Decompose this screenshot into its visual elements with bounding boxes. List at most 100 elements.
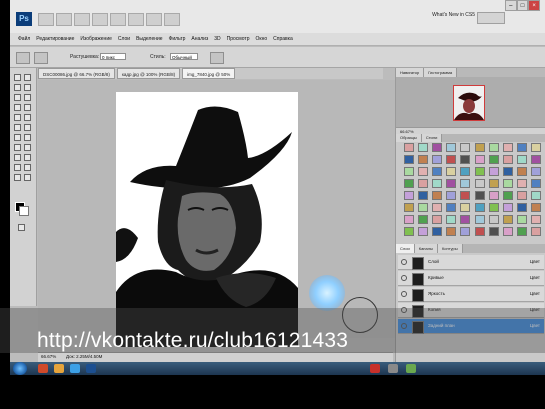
style-swatch[interactable] — [502, 143, 513, 152]
shape-tool-icon[interactable] — [24, 154, 31, 161]
style-swatch[interactable] — [530, 215, 541, 224]
tool-preset-icon[interactable] — [16, 52, 30, 64]
style-swatch[interactable] — [404, 203, 414, 212]
style-swatch[interactable] — [530, 143, 541, 152]
tab-document-2[interactable]: кадр.jpg @ 100% (RGB/8) — [116, 68, 181, 79]
feather-input[interactable]: 0 пикс — [100, 53, 126, 60]
menu-edit[interactable]: Редактирование — [36, 36, 74, 42]
history-brush-tool-icon[interactable] — [24, 114, 31, 121]
hand-tool-icon[interactable] — [14, 174, 21, 181]
style-swatch[interactable] — [446, 215, 457, 224]
style-swatch[interactable] — [474, 215, 485, 224]
style-swatch[interactable] — [432, 227, 443, 236]
task-icon[interactable] — [388, 364, 398, 373]
style-swatch[interactable] — [418, 203, 429, 212]
style-swatch[interactable] — [446, 143, 457, 152]
style-swatch[interactable] — [432, 215, 443, 224]
style-swatch[interactable] — [460, 215, 471, 224]
zoom-tool-icon[interactable] — [24, 174, 31, 181]
style-swatch[interactable] — [474, 179, 485, 188]
style-swatch[interactable] — [516, 215, 527, 224]
style-swatch[interactable] — [488, 203, 499, 212]
eyedropper-tool-icon[interactable] — [24, 94, 31, 101]
style-swatch[interactable] — [502, 215, 513, 224]
tab-channels[interactable]: Каналы — [414, 244, 438, 253]
opera-icon[interactable] — [38, 364, 48, 373]
lasso-tool-icon[interactable] — [14, 84, 21, 91]
eye-icon[interactable] — [401, 291, 407, 297]
style-swatch[interactable] — [530, 191, 541, 200]
style-swatch[interactable] — [432, 191, 443, 200]
layer-row[interactable]: Яркость Цвет — [398, 287, 544, 302]
style-swatch[interactable] — [404, 143, 414, 152]
style-swatch[interactable] — [460, 203, 471, 212]
quick-select-tool-icon[interactable] — [24, 84, 31, 91]
tab-swatches[interactable]: Образцы — [396, 134, 422, 142]
menu-image[interactable]: Изображение — [80, 36, 112, 42]
style-swatch[interactable] — [432, 155, 443, 164]
tab-navigator[interactable]: Навигатор — [396, 68, 425, 77]
maximize-button[interactable]: □ — [516, 0, 529, 11]
style-swatch[interactable] — [418, 227, 429, 236]
start-button[interactable] — [13, 362, 27, 375]
style-swatch[interactable] — [502, 155, 513, 164]
style-swatch[interactable] — [474, 227, 485, 236]
style-swatch[interactable] — [432, 167, 443, 176]
style-swatch[interactable] — [502, 179, 513, 188]
dodge-tool-icon[interactable] — [24, 134, 31, 141]
tab-histogram[interactable]: Гистограмма — [424, 68, 458, 77]
quick-mask-icon[interactable] — [18, 224, 25, 231]
3d-orbit-tool-icon[interactable] — [24, 164, 31, 171]
style-swatch[interactable] — [432, 143, 443, 152]
style-swatch[interactable] — [502, 191, 513, 200]
menu-view[interactable]: Просмотр — [227, 36, 250, 42]
style-swatch[interactable] — [474, 203, 485, 212]
style-swatch[interactable] — [502, 227, 513, 236]
menu-layers[interactable]: Слои — [118, 36, 130, 42]
style-swatch[interactable] — [460, 191, 471, 200]
task-icon[interactable] — [406, 364, 416, 373]
style-swatch[interactable] — [516, 203, 527, 212]
navigator-thumbnail[interactable] — [453, 85, 485, 121]
style-swatch[interactable] — [404, 191, 414, 200]
style-swatch[interactable] — [488, 191, 499, 200]
layer-row[interactable]: Слой Цвет — [398, 255, 544, 270]
style-swatch[interactable] — [530, 227, 541, 236]
style-swatch[interactable] — [418, 191, 429, 200]
refine-edge-icon[interactable] — [210, 52, 224, 64]
type-tool-icon[interactable] — [24, 144, 31, 151]
menu-window[interactable]: Окно — [256, 36, 268, 42]
style-select[interactable]: Обычный — [170, 53, 198, 60]
style-swatch[interactable] — [446, 167, 457, 176]
close-button[interactable]: × — [528, 0, 541, 11]
menu-3d[interactable]: 3D — [214, 36, 220, 42]
canvas-area[interactable] — [38, 80, 398, 347]
eye-icon[interactable] — [401, 275, 407, 281]
path-select-tool-icon[interactable] — [14, 154, 21, 161]
mini-bridge-icon[interactable] — [56, 13, 72, 26]
style-swatch[interactable] — [488, 227, 499, 236]
arrange-documents-icon[interactable] — [146, 13, 162, 26]
menu-file[interactable]: Файл — [18, 36, 30, 42]
style-swatch[interactable] — [446, 155, 457, 164]
workspace-switcher[interactable]: What's New in CS5 — [432, 12, 475, 18]
hand-tool-icon[interactable] — [110, 13, 126, 26]
style-swatch[interactable] — [502, 167, 513, 176]
selection-mode-icon[interactable] — [34, 52, 48, 64]
style-swatch[interactable] — [516, 143, 527, 152]
style-swatch[interactable] — [404, 179, 414, 188]
style-swatch[interactable] — [460, 227, 471, 236]
crop-tool-icon[interactable] — [14, 94, 21, 101]
view-extras-icon[interactable] — [74, 13, 90, 26]
tab-document-3[interactable]: img_7840.jpg @ 50% — [182, 68, 236, 79]
photoshop-task-icon[interactable] — [86, 364, 96, 373]
style-swatch[interactable] — [474, 143, 485, 152]
marquee-tool-icon[interactable] — [24, 74, 31, 81]
style-swatch[interactable] — [516, 155, 527, 164]
healing-brush-tool-icon[interactable] — [14, 104, 21, 111]
style-swatch[interactable] — [530, 155, 541, 164]
style-swatch[interactable] — [418, 215, 429, 224]
style-swatch[interactable] — [488, 167, 499, 176]
style-swatch[interactable] — [404, 215, 414, 224]
media-player-icon[interactable] — [70, 364, 80, 373]
